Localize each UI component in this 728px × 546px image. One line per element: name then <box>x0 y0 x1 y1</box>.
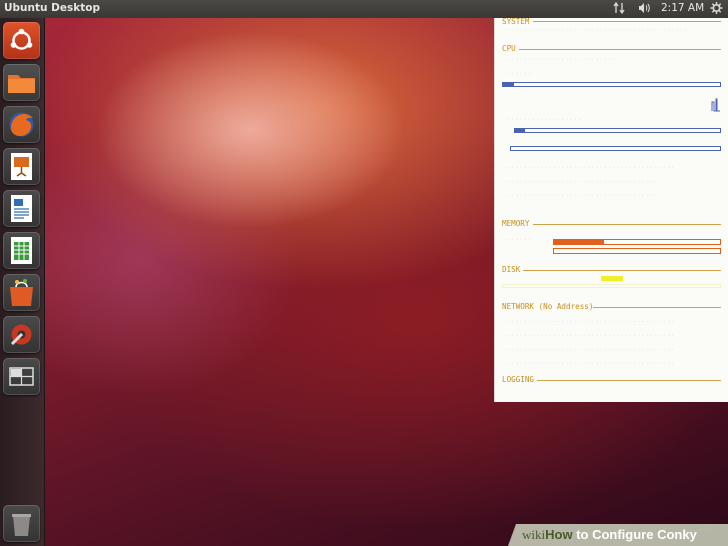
folder-icon <box>8 75 35 93</box>
section-cpu-label: CPU <box>502 44 516 53</box>
spreadsheet-icon <box>11 237 32 264</box>
disk-usage-bar <box>502 284 721 288</box>
gear-icon[interactable] <box>710 1 723 18</box>
watermark-wiki: wiki <box>522 527 546 542</box>
conky-panel: SYSTEM ·································… <box>494 17 728 402</box>
workspace-switcher-icon <box>9 367 34 386</box>
cpu-total-bar <box>502 82 721 87</box>
cpu-core1-bar <box>514 128 721 133</box>
clock[interactable]: 2:17 AM <box>661 2 704 14</box>
trash-icon <box>12 514 31 536</box>
watermark-text: wikiHow to Configure Conky <box>522 527 697 543</box>
presentation-icon <box>11 153 32 180</box>
cpu-core2-bar <box>510 146 721 151</box>
ubuntu-logo-icon <box>10 28 33 50</box>
launcher-item-software-center[interactable] <box>3 274 40 311</box>
section-memory-label: MEMORY <box>502 219 530 228</box>
document-icon <box>11 195 32 222</box>
memory-swap-bar <box>553 248 721 254</box>
launcher-item-files[interactable] <box>3 64 40 101</box>
launcher-item-calc[interactable] <box>3 232 40 269</box>
window-title: Ubuntu Desktop <box>4 2 100 14</box>
section-logging-label: LOGGING <box>502 375 535 384</box>
settings-icon <box>10 324 32 346</box>
top-panel: Ubuntu Desktop 2:17 AM <box>0 0 728 18</box>
disk-io-marker <box>601 276 623 281</box>
launcher-item-system-settings[interactable] <box>3 316 40 353</box>
firefox-icon <box>9 112 34 137</box>
launcher-item-dash-home[interactable] <box>3 22 40 59</box>
network-icon[interactable] <box>613 1 625 18</box>
volume-icon[interactable] <box>637 1 651 18</box>
memory-ram-fill <box>554 240 604 244</box>
memory-ram-bar <box>553 239 721 245</box>
cpu-core1-fill <box>515 129 526 132</box>
section-network-label: NETWORK (No Address) <box>502 302 594 311</box>
cpu-graph-icon <box>711 98 720 112</box>
launcher-item-workspaces[interactable] <box>3 358 40 395</box>
launcher-item-writer[interactable] <box>3 190 40 227</box>
cpu-total-fill <box>503 83 514 86</box>
watermark-how: How <box>545 527 573 542</box>
watermark-title: to Configure Conky <box>572 527 697 542</box>
launcher-item-trash[interactable] <box>3 505 40 542</box>
launcher-item-firefox[interactable] <box>3 106 40 143</box>
launcher-item-impress[interactable] <box>3 148 40 185</box>
section-disk-label: DISK <box>502 265 521 274</box>
launcher <box>0 18 45 546</box>
shopping-bag-icon <box>10 279 33 306</box>
section-system-label: SYSTEM <box>502 17 530 26</box>
